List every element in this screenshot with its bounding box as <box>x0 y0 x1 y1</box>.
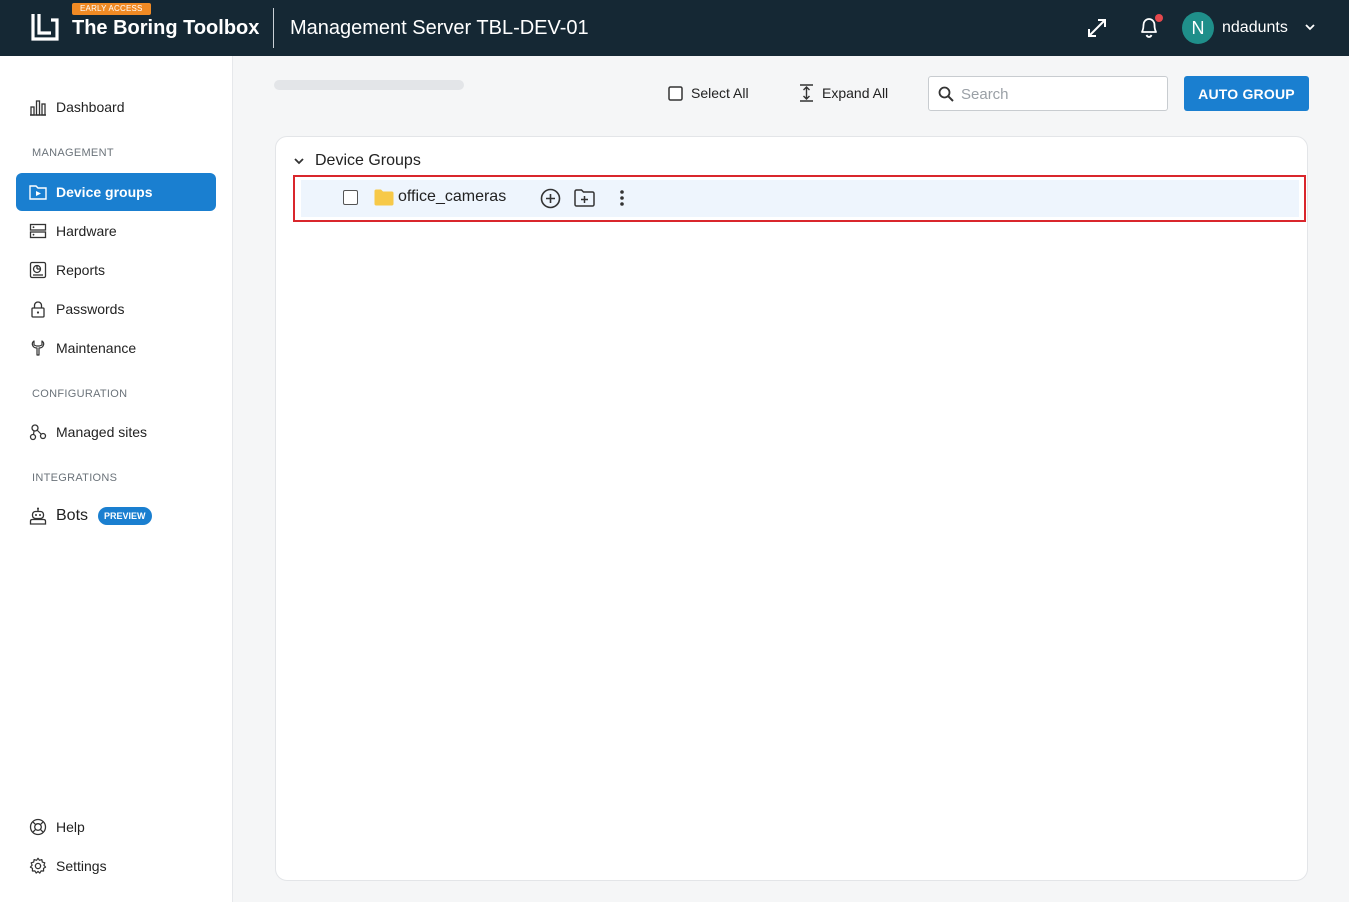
breadcrumb-placeholder <box>274 80 464 90</box>
robot-icon <box>28 506 48 526</box>
sidebar-item-label: Passwords <box>56 301 125 317</box>
chevron-down-icon[interactable] <box>1303 20 1317 34</box>
sidebar: Dashboard MANAGEMENT Device groups Hardw… <box>0 56 233 902</box>
sidebar-item-hardware[interactable]: Hardware <box>16 212 216 250</box>
top-bar: EARLY ACCESS The Boring Toolbox Manageme… <box>0 0 1349 56</box>
sidebar-item-label: Managed sites <box>56 424 148 440</box>
select-all-button[interactable]: Select All <box>668 82 749 104</box>
selection-highlight <box>293 175 1306 222</box>
expand-all-button[interactable]: Expand All <box>799 82 888 104</box>
sidebar-item-settings[interactable]: Settings <box>16 847 216 885</box>
device-group-icon <box>28 182 48 202</box>
search-box <box>928 76 1168 111</box>
sidebar-item-label: Hardware <box>56 223 117 239</box>
preview-badge: PREVIEW <box>98 507 152 525</box>
lock-icon <box>28 299 48 319</box>
sidebar-item-help[interactable]: Help <box>16 808 216 846</box>
server-icon <box>28 221 48 241</box>
section-label-configuration: CONFIGURATION <box>32 388 128 400</box>
app-logo-icon[interactable] <box>30 12 60 42</box>
fullscreen-icon[interactable] <box>1085 16 1109 40</box>
auto-group-button[interactable]: AUTO GROUP <box>1184 76 1309 111</box>
lifebuoy-icon <box>28 817 48 837</box>
search-input[interactable] <box>961 83 1161 105</box>
sidebar-item-label: Reports <box>56 262 106 278</box>
notification-dot <box>1155 14 1163 22</box>
sidebar-item-device-groups[interactable]: Device groups <box>16 173 216 211</box>
header-divider <box>273 8 274 48</box>
avatar[interactable]: N <box>1182 12 1214 44</box>
server-title: Management Server TBL-DEV-01 <box>290 17 589 39</box>
app-name[interactable]: The Boring Toolbox <box>72 14 259 42</box>
sidebar-item-label: Dashboard <box>56 99 125 115</box>
sidebar-item-label: Maintenance <box>56 340 137 356</box>
chevron-down-icon[interactable] <box>292 154 306 168</box>
sidebar-item-reports[interactable]: Reports <box>16 251 216 289</box>
sidebar-item-dashboard[interactable]: Dashboard <box>16 88 216 126</box>
sidebar-item-maintenance[interactable]: Maintenance <box>16 329 216 367</box>
sidebar-item-label: Settings <box>56 858 107 874</box>
sidebar-item-label: Bots <box>56 507 89 524</box>
sidebar-item-bots[interactable]: Bots PREVIEW <box>16 497 216 535</box>
sidebar-item-label: Help <box>56 819 85 835</box>
checkbox-icon <box>668 85 683 101</box>
sidebar-item-passwords[interactable]: Passwords <box>16 290 216 328</box>
select-all-label: Select All <box>691 85 749 101</box>
device-groups-panel <box>275 136 1308 881</box>
sidebar-item-label: Device groups <box>56 184 153 200</box>
sites-icon <box>28 422 48 442</box>
expand-vertical-icon <box>799 84 814 102</box>
search-icon <box>938 86 954 102</box>
section-label-management: MANAGEMENT <box>32 147 114 159</box>
tree-root-label: Device Groups <box>315 152 421 169</box>
gear-icon <box>28 856 48 876</box>
section-label-integrations: INTEGRATIONS <box>32 472 118 484</box>
sidebar-item-managed-sites[interactable]: Managed sites <box>16 413 216 451</box>
expand-all-label: Expand All <box>822 85 889 101</box>
bar-chart-icon <box>28 97 48 117</box>
tree-root-device-groups[interactable]: Device Groups <box>292 150 421 172</box>
report-icon <box>28 260 48 280</box>
user-name[interactable]: ndadunts <box>1222 18 1288 38</box>
wrench-icon <box>28 338 48 358</box>
